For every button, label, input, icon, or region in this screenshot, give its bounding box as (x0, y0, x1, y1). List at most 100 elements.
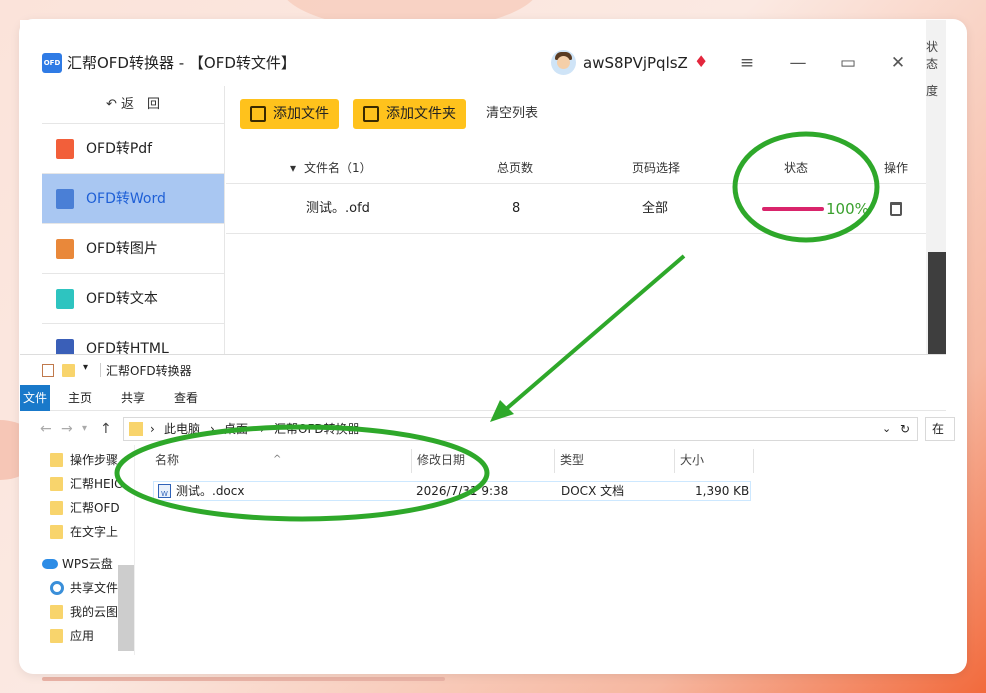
avatar[interactable] (551, 50, 576, 75)
customize-arrow-icon[interactable]: ▾ (83, 362, 88, 373)
row-pages: 8 (512, 201, 521, 216)
text-icon (56, 289, 74, 309)
clear-list-button[interactable]: 清空列表 (486, 99, 538, 129)
tree-item-label: 应用 (70, 629, 95, 643)
row-page-select[interactable]: 全部 (642, 184, 668, 234)
file-size: 1,390 KB (695, 484, 750, 498)
background-window-strip: 状态 度 (926, 20, 946, 360)
table-row[interactable]: 测试。.ofd 8 全部 100% (226, 184, 926, 234)
breadcrumb-desktop[interactable]: 桌面 (224, 418, 248, 440)
tab-home[interactable]: 主页 (68, 385, 92, 411)
strip-text: 状态 (926, 40, 939, 71)
breadcrumb-separator: › (150, 422, 155, 436)
tree-item-label: 共享文件 (70, 581, 119, 595)
tab-share[interactable]: 共享 (121, 385, 145, 411)
back-arrow-icon[interactable]: ← (40, 421, 52, 437)
forward-arrow-icon[interactable]: → (61, 421, 73, 437)
divider (674, 449, 675, 473)
header-action: 操作 (884, 161, 909, 175)
back-label: 返 回 (121, 97, 161, 112)
breadcrumb-separator: › (210, 422, 215, 436)
add-file-button[interactable]: 添加文件 (240, 99, 339, 129)
pdf-icon (56, 139, 74, 159)
scrollbar[interactable] (118, 565, 134, 651)
add-file-label: 添加文件 (273, 106, 329, 122)
sidebar-item-pdf[interactable]: OFD转Pdf (42, 124, 224, 174)
minimize-button[interactable]: — (787, 52, 809, 74)
file-row[interactable]: W 测试。.docx 2026/7/31 9:38 DOCX 文档 1,390 … (153, 481, 751, 501)
add-folder-button[interactable]: 添加文件夹 (353, 99, 466, 129)
folder-icon (50, 501, 63, 515)
menu-icon[interactable]: ≡ (736, 52, 758, 74)
sidebar-item-label: OFD转文本 (86, 291, 158, 307)
breadcrumb-folder[interactable]: 汇帮OFD转换器 (274, 418, 360, 440)
column-type[interactable]: 类型 (560, 445, 584, 475)
close-button[interactable]: ✕ (887, 52, 909, 74)
tree-item-label: WPS云盘 (62, 557, 113, 571)
tab-view[interactable]: 查看 (174, 385, 198, 411)
add-folder-label: 添加文件夹 (386, 106, 456, 122)
file-list: ^ 名称 修改日期 类型 大小 W 测试。.docx 2026/7/31 9:3… (134, 445, 946, 655)
breadcrumb-this-pc[interactable]: 此电脑 (164, 418, 200, 440)
explorer-title: 汇帮OFD转换器 (106, 364, 192, 378)
sort-arrow-icon: ^ (273, 454, 282, 465)
tree-item[interactable]: 操作步骤 (20, 449, 138, 471)
username[interactable]: awS8PVjPqlsZ (583, 53, 688, 73)
tree-item[interactable]: 汇帮HEIC (20, 473, 138, 495)
quick-access-toolbar: ▾ 汇帮OFD转换器 (20, 355, 946, 385)
address-bar[interactable]: › 此电脑 › 桌面 › 汇帮OFD转换器 ⌄ ↻ (123, 417, 918, 441)
main-panel: 添加文件 添加文件夹 清空列表 ▾ 文件名（1） 总页数 页码选择 状态 操作 … (226, 86, 926, 360)
sidebar-item-image[interactable]: OFD转图片 (42, 224, 224, 274)
new-folder-icon[interactable] (62, 364, 75, 377)
tree-item[interactable]: 在文字上 (20, 521, 138, 543)
column-name[interactable]: 名称 (155, 445, 179, 475)
maximize-button[interactable]: ▭ (837, 52, 859, 74)
folder-icon (50, 605, 63, 619)
sidebar-item-text[interactable]: OFD转文本 (42, 274, 224, 324)
image-icon (56, 239, 74, 259)
file-date: 2026/7/31 9:38 (416, 484, 509, 498)
properties-icon[interactable] (42, 364, 54, 377)
progress-bar (762, 207, 824, 211)
tree-item[interactable]: 汇帮OFD (20, 497, 138, 519)
search-input[interactable]: 在 (925, 417, 955, 441)
address-dropdown-icon[interactable]: ⌄ (882, 418, 891, 440)
share-icon (50, 581, 64, 595)
refresh-icon[interactable]: ↻ (900, 418, 910, 440)
file-type: DOCX 文档 (561, 484, 625, 498)
folder-icon (129, 422, 143, 436)
tree-item-label: 在文字上 (70, 525, 119, 539)
recent-chevron-icon[interactable]: ▾ (82, 423, 87, 434)
trash-icon[interactable] (890, 202, 902, 216)
tree-item-label: 操作步骤 (70, 453, 119, 467)
tree-item-label: 汇帮OFD (70, 501, 120, 515)
tab-file[interactable]: 文件 (20, 385, 50, 411)
add-file-icon (250, 106, 266, 122)
tree-item-label: 我的云图 (70, 605, 119, 619)
bottom-decoration (42, 677, 445, 681)
divider (554, 449, 555, 473)
back-button[interactable]: ↶ 返 回 (42, 86, 224, 124)
diamond-icon[interactable]: ♦ (694, 53, 712, 71)
progress-text: 100% (826, 200, 869, 218)
breadcrumb-separator: › (260, 422, 265, 436)
navigation-pane: 操作步骤 汇帮HEIC 汇帮OFD 在文字上 WPS云盘 共享文件 我的云图 应… (20, 445, 138, 655)
sidebar-item-word[interactable]: OFD转Word (42, 174, 224, 224)
file-explorer-window: ▾ 汇帮OFD转换器 文件 主页 共享 查看 ← → ▾ ↑ › 此电脑 › 桌… (20, 354, 955, 655)
header-filename[interactable]: 文件名（1） (304, 152, 372, 184)
sidebar-item-label: OFD转图片 (86, 241, 158, 257)
up-arrow-icon[interactable]: ↑ (100, 421, 112, 437)
sort-arrow-icon[interactable]: ▾ (290, 152, 296, 184)
column-date[interactable]: 修改日期 (417, 445, 465, 475)
header-pages: 总页数 (497, 161, 534, 175)
header-page-select: 页码选择 (632, 161, 681, 175)
word-icon (56, 189, 74, 209)
folder-icon (50, 453, 63, 467)
folder-icon (50, 477, 63, 491)
back-arrow-icon: ↶ (105, 97, 121, 112)
window-title: 汇帮OFD转换器 - 【OFD转文件】 (67, 54, 296, 72)
file-name: 测试。.docx (176, 484, 245, 498)
sidebar-item-label: OFD转Pdf (86, 141, 153, 157)
address-row: ← → ▾ ↑ › 此电脑 › 桌面 › 汇帮OFD转换器 ⌄ ↻ 在 (20, 415, 955, 443)
column-size[interactable]: 大小 (680, 445, 704, 475)
